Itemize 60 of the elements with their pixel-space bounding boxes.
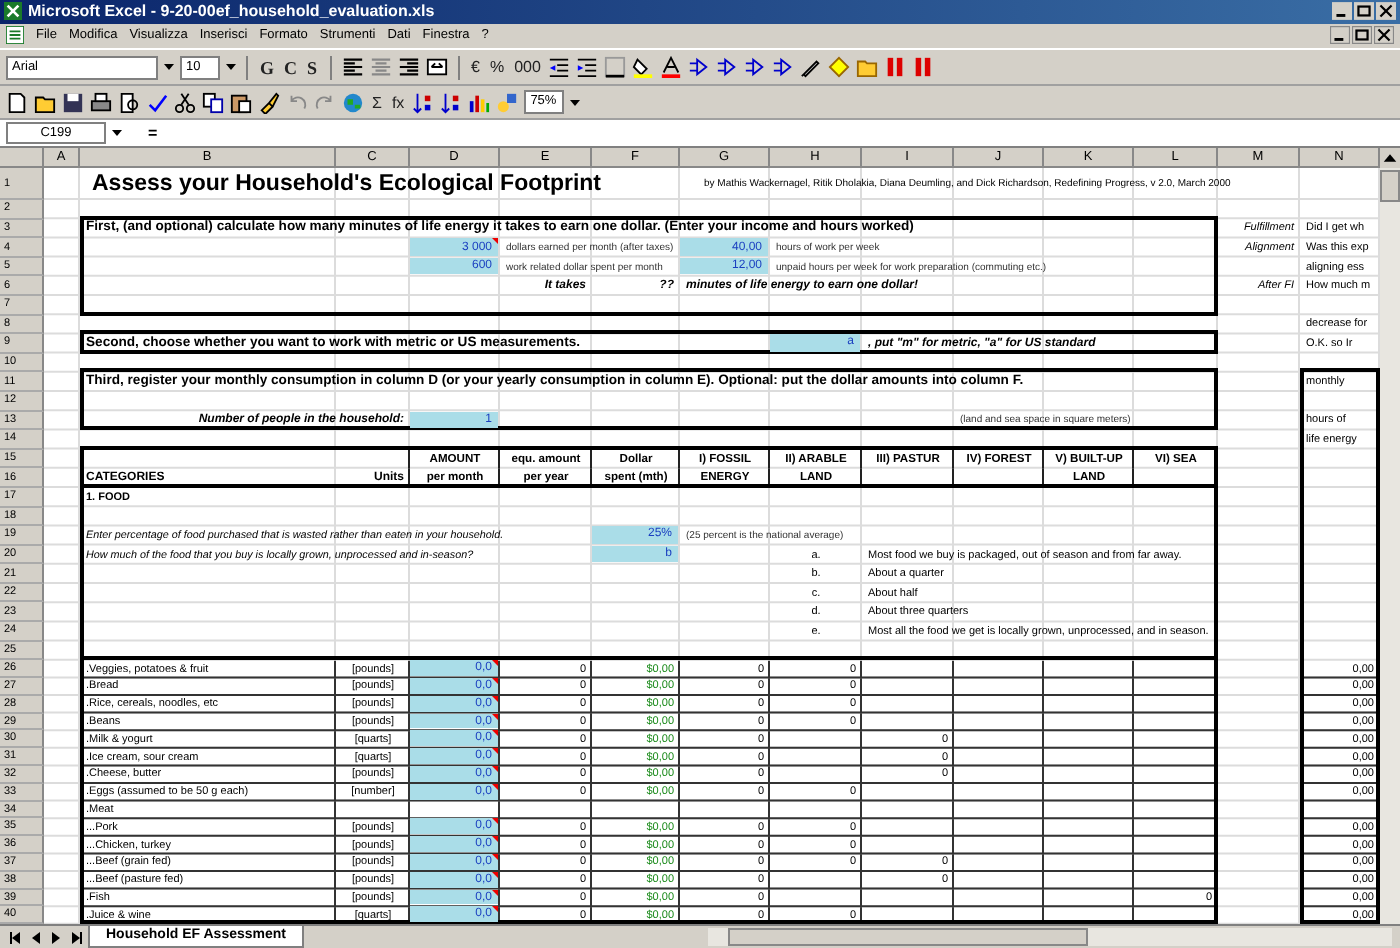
indent-icon[interactable]	[576, 56, 599, 79]
window-title: Microsoft Excel - 9-20-00ef_household_evaluation.xls	[28, 2, 435, 21]
diamond-icon[interactable]	[828, 56, 851, 79]
function-button[interactable]: Σ	[370, 93, 384, 112]
print-icon[interactable]	[90, 91, 112, 114]
function-button[interactable]: fx	[389, 93, 407, 112]
sheet-title: Assess your Household's Ecological Footprint	[90, 170, 603, 201]
spell-check-icon[interactable]	[146, 91, 168, 114]
outdent-icon[interactable]	[548, 56, 571, 79]
open-folder-icon[interactable]	[34, 91, 56, 114]
style-button[interactable]: S	[305, 57, 320, 78]
save-icon[interactable]	[62, 91, 84, 114]
new-document-icon[interactable]	[6, 91, 28, 114]
close-icon[interactable]	[1376, 2, 1396, 21]
sheet-last-icon[interactable]	[68, 929, 84, 946]
vertical-scrollbar[interactable]	[1380, 148, 1400, 925]
folder-icon[interactable]	[856, 56, 879, 79]
sheet-prev-icon[interactable]	[28, 929, 44, 946]
align-left-icon[interactable]	[341, 56, 364, 79]
caret-icon[interactable]	[570, 99, 581, 106]
horizontal-scrollbar[interactable]	[708, 928, 1392, 947]
workbook-icon[interactable]	[6, 26, 24, 45]
restore-icon[interactable]	[1354, 2, 1374, 21]
print-preview-icon[interactable]	[118, 91, 140, 114]
style-button[interactable]: C	[282, 57, 300, 78]
sheet-next-icon[interactable]	[48, 929, 64, 946]
formula-sign: =	[146, 124, 160, 143]
borders-icon[interactable]	[604, 56, 627, 79]
scroll-thumb[interactable]	[728, 928, 1088, 947]
paste-icon[interactable]	[230, 91, 252, 114]
spreadsheet-app-icon	[4, 2, 22, 21]
scissors-icon[interactable]	[174, 91, 196, 114]
bars-icon[interactable]	[884, 56, 907, 79]
restore-icon[interactable]	[1352, 26, 1372, 45]
sort-descending-icon[interactable]	[440, 91, 463, 114]
number-format-button[interactable]: 000	[512, 58, 543, 77]
caret-icon[interactable]	[164, 64, 174, 71]
minimize-icon[interactable]	[1332, 2, 1352, 21]
paintbrush-icon[interactable]	[258, 91, 280, 114]
font-color-icon[interactable]	[660, 56, 683, 79]
globe-icon[interactable]	[342, 91, 364, 114]
number-format-button[interactable]: %	[487, 58, 507, 77]
sheet-first-icon[interactable]	[8, 929, 24, 946]
caret-icon[interactable]	[226, 64, 236, 71]
fill-icon[interactable]	[632, 56, 655, 79]
sort-ascending-icon[interactable]	[412, 91, 435, 114]
scroll-thumb[interactable]	[1380, 170, 1400, 203]
double-bars-icon[interactable]	[912, 56, 935, 79]
close-icon[interactable]	[1374, 26, 1394, 45]
pen-icon[interactable]	[800, 56, 823, 79]
merge-icon[interactable]	[425, 56, 448, 79]
caret-icon[interactable]	[112, 130, 122, 137]
minimize-icon[interactable]	[1330, 26, 1350, 45]
bar-chart-icon[interactable]	[468, 91, 491, 114]
align-right-icon[interactable]	[397, 56, 420, 79]
style-button[interactable]: G	[258, 57, 277, 78]
copy-icon[interactable]	[202, 91, 224, 114]
scroll-up-icon[interactable]	[1380, 148, 1400, 169]
number-format-button[interactable]: €	[469, 58, 482, 77]
drawing-icon[interactable]	[496, 91, 519, 114]
